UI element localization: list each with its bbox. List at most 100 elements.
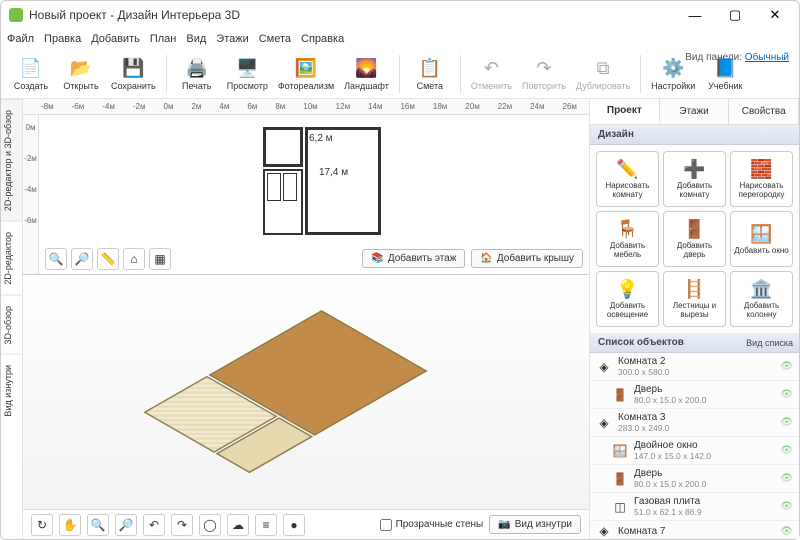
design-Добавить освещение[interactable]: 💡Добавить освещение bbox=[596, 271, 659, 327]
visibility-icon[interactable]: 👁 bbox=[780, 389, 793, 400]
left-tab-0[interactable]: 2D-редактор и 3D-обзор bbox=[1, 99, 22, 221]
undo-view-icon[interactable]: ↶ bbox=[143, 514, 165, 536]
menu-Вид[interactable]: Вид bbox=[186, 33, 206, 45]
Печать-icon: 🖨️ bbox=[185, 57, 209, 81]
menu-Добавить[interactable]: Добавить bbox=[91, 33, 140, 45]
object-icon: 🚪 bbox=[612, 388, 628, 402]
design-Лестницы и вырезы[interactable]: 🪜Лестницы и вырезы bbox=[663, 271, 726, 327]
Создать-icon: 📄 bbox=[19, 57, 43, 81]
right-tab-Этажи[interactable]: Этажи bbox=[660, 99, 730, 124]
room-area-1: 6,2 м bbox=[309, 133, 333, 144]
design-Нарисовать комнату[interactable]: ✏️Нарисовать комнату bbox=[596, 151, 659, 207]
view2d-tools: 🔍 🔎 📏 ⌂ ▦ bbox=[45, 248, 171, 270]
menu-Файл[interactable]: Файл bbox=[7, 33, 34, 45]
menu-Этажи[interactable]: Этажи bbox=[216, 33, 248, 45]
view-3d[interactable] bbox=[23, 275, 589, 509]
object-row[interactable]: ◈Комната 3283.0 x 249.0👁 bbox=[590, 409, 799, 437]
menu-Справка[interactable]: Справка bbox=[301, 33, 344, 45]
zoom-out-3d-icon[interactable]: 🔍 bbox=[87, 514, 109, 536]
object-row[interactable]: 🚪Дверь80.0 x 15.0 x 200.0👁 bbox=[590, 465, 799, 493]
toolbar-Создать[interactable]: 📄Создать bbox=[7, 51, 55, 97]
inside-view-button[interactable]: 📷 Вид изнутри bbox=[489, 515, 581, 534]
record-icon[interactable]: ● bbox=[283, 514, 305, 536]
visibility-icon[interactable]: 👁 bbox=[780, 361, 793, 372]
object-row[interactable]: ◈Комната 7👁 bbox=[590, 521, 799, 539]
layers-icon[interactable]: ≡ bbox=[255, 514, 277, 536]
design-Добавить комнату[interactable]: ➕Добавить комнату bbox=[663, 151, 726, 207]
titlebar: Новый проект - Дизайн Интерьера 3D — ▢ ✕ bbox=[1, 1, 799, 29]
design-icon: 🪟 bbox=[750, 224, 772, 246]
orbit-icon[interactable]: ◯ bbox=[199, 514, 221, 536]
menu-Правка[interactable]: Правка bbox=[44, 33, 81, 45]
redo-view-icon[interactable]: ↷ bbox=[171, 514, 193, 536]
add-roof-button[interactable]: 🏠 Добавить крышу bbox=[471, 249, 583, 268]
panel-mode-link[interactable]: Обычный bbox=[745, 52, 789, 63]
toolbar-Сохранить[interactable]: 💾Сохранить bbox=[107, 51, 160, 97]
separator bbox=[640, 55, 641, 93]
menu-Смета[interactable]: Смета bbox=[259, 33, 291, 45]
right-tab-Проект[interactable]: Проект bbox=[590, 99, 660, 124]
close-button[interactable]: ✕ bbox=[755, 2, 795, 28]
object-icon: ◈ bbox=[596, 360, 612, 374]
iso-model[interactable] bbox=[143, 299, 468, 486]
toolbar-Фотореализм[interactable]: 🖼️Фотореализм bbox=[274, 51, 338, 97]
toolbar-Просмотр[interactable]: 🖥️Просмотр bbox=[223, 51, 272, 97]
design-Добавить мебель[interactable]: 🪑Добавить мебель bbox=[596, 211, 659, 267]
design-icon: 🏛️ bbox=[750, 279, 772, 301]
menu-bar: Файл Правка Добавить План Вид Этажи Смета Справ… bbox=[1, 29, 799, 49]
visibility-icon[interactable]: 👁 bbox=[780, 526, 793, 537]
view-icon[interactable]: ☁ bbox=[227, 514, 249, 536]
ruler-icon[interactable]: 📏 bbox=[97, 248, 119, 270]
rotate360-icon[interactable]: ↻ bbox=[31, 514, 53, 536]
add-floor-button[interactable]: 📚 Добавить этаж bbox=[362, 249, 465, 268]
object-row[interactable]: 🪟Двойное окно147.0 x 15.0 x 142.0👁 bbox=[590, 437, 799, 465]
home-icon[interactable]: ⌂ bbox=[123, 248, 145, 270]
right-panel: ПроектЭтажиСвойства Дизайн ✏️Нарисовать … bbox=[589, 99, 799, 539]
design-icon: 🧱 bbox=[750, 159, 772, 181]
object-list[interactable]: ◈Комната 2300.0 x 580.0👁🚪Дверь80.0 x 15.… bbox=[590, 353, 799, 539]
visibility-icon[interactable]: 👁 bbox=[780, 501, 793, 512]
visibility-icon[interactable]: 👁 bbox=[780, 445, 793, 456]
design-Добавить дверь[interactable]: 🚪Добавить дверь bbox=[663, 211, 726, 267]
pan-icon[interactable]: ✋ bbox=[59, 514, 81, 536]
zoom-in-3d-icon[interactable]: 🔎 bbox=[115, 514, 137, 536]
design-Добавить колонну[interactable]: 🏛️Добавить колонну bbox=[730, 271, 793, 327]
minimize-button[interactable]: — bbox=[675, 2, 715, 28]
toolbar-Отменить: ↶Отменить bbox=[467, 51, 516, 97]
left-tab-2[interactable]: 3D-обзор bbox=[1, 295, 22, 355]
toolbar-Смета[interactable]: 📋Смета bbox=[406, 51, 454, 97]
design-icon: ✏️ bbox=[616, 159, 638, 181]
toolbar-Ландшафт[interactable]: 🌄Ландшафт bbox=[340, 51, 393, 97]
toolbar-Повторить: ↷Повторить bbox=[518, 51, 570, 97]
object-icon: ◈ bbox=[596, 416, 612, 430]
panel-mode-label: Вид панели: Обычный bbox=[685, 52, 789, 63]
visibility-icon[interactable]: 👁 bbox=[780, 473, 793, 484]
object-row[interactable]: ◫Газовая плита51.0 x 62.1 x 86.9👁 bbox=[590, 493, 799, 521]
zoom-in-icon[interactable]: 🔎 bbox=[71, 248, 93, 270]
view-2d[interactable]: 0м-2м-4м-6м 6,2 м 17,4 м 🔍 🔎 📏 ⌂ ▦ 📚 Доб… bbox=[23, 115, 589, 275]
design-section-header: Дизайн bbox=[590, 125, 799, 145]
left-tab-strip: 2D-редактор и 3D-обзор2D-редактор3D-обзо… bbox=[1, 99, 23, 539]
design-grid: ✏️Нарисовать комнату➕Добавить комнату🧱На… bbox=[590, 145, 799, 333]
right-tab-Свойства[interactable]: Свойства bbox=[729, 99, 799, 124]
separator bbox=[399, 55, 400, 93]
left-tab-3[interactable]: Вид изнутри bbox=[1, 354, 22, 427]
app-icon bbox=[9, 8, 23, 22]
visibility-icon[interactable]: 👁 bbox=[780, 417, 793, 428]
objects-view-mode[interactable]: Вид списка bbox=[746, 338, 793, 348]
menu-План[interactable]: План bbox=[150, 33, 177, 45]
maximize-button[interactable]: ▢ bbox=[715, 2, 755, 28]
zoom-out-icon[interactable]: 🔍 bbox=[45, 248, 67, 270]
design-Нарисовать перегородку[interactable]: 🧱Нарисовать перегородку bbox=[730, 151, 793, 207]
grid-icon[interactable]: ▦ bbox=[149, 248, 171, 270]
transparent-walls-checkbox[interactable]: Прозрачные стены bbox=[380, 519, 484, 531]
toolbar-Печать[interactable]: 🖨️Печать bbox=[173, 51, 221, 97]
design-icon: ➕ bbox=[683, 159, 705, 181]
design-Добавить окно[interactable]: 🪟Добавить окно bbox=[730, 211, 793, 267]
left-tab-1[interactable]: 2D-редактор bbox=[1, 221, 22, 295]
floorplan[interactable]: 6,2 м 17,4 м bbox=[263, 127, 383, 237]
object-row[interactable]: 🚪Дверь80.0 x 15.0 x 200.0👁 bbox=[590, 381, 799, 409]
Ландшафт-icon: 🌄 bbox=[354, 57, 378, 81]
toolbar-Открыть[interactable]: 📂Открыть bbox=[57, 51, 105, 97]
object-row[interactable]: ◈Комната 2300.0 x 580.0👁 bbox=[590, 353, 799, 381]
